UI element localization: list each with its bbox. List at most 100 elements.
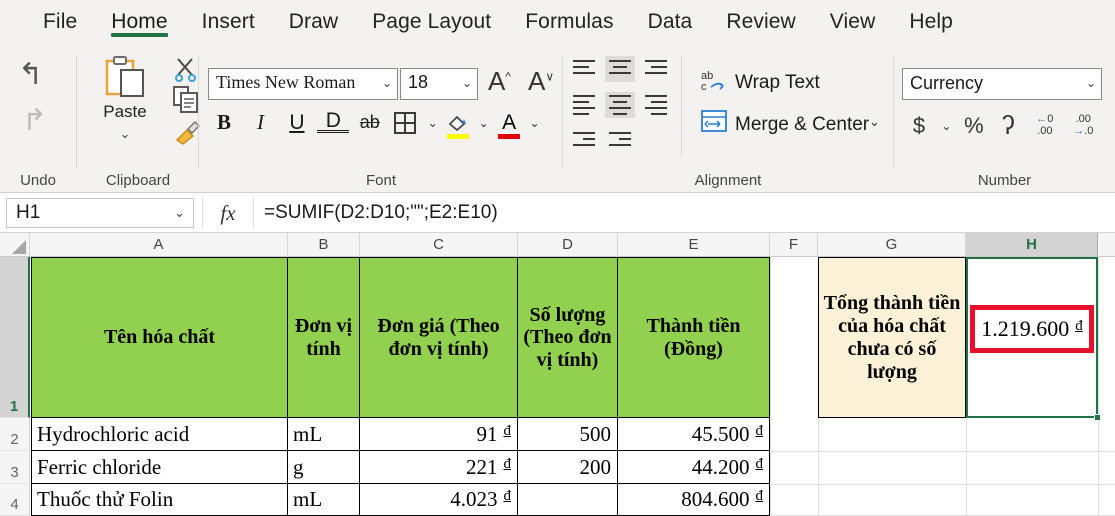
copy-icon[interactable] xyxy=(173,86,199,119)
column-header-a[interactable]: A xyxy=(30,233,288,256)
cell-b3[interactable]: g xyxy=(288,451,360,484)
tab-review[interactable]: Review xyxy=(709,0,812,48)
ribbon-group-undo: ↰ ↰ Undo xyxy=(0,48,76,193)
tab-file[interactable]: File xyxy=(26,0,94,48)
increase-font-size-icon[interactable]: A^ xyxy=(488,66,511,97)
double-underline-button[interactable]: D xyxy=(317,110,350,134)
cell-a1[interactable]: Tên hóa chất xyxy=(31,257,288,418)
strikethrough-button[interactable]: ab xyxy=(354,112,386,133)
row-header-3[interactable]: 3 xyxy=(0,451,30,484)
fill-color-chevron-down-icon[interactable]: ⌄ xyxy=(476,116,492,130)
italic-button[interactable]: I xyxy=(244,110,276,135)
align-bottom-button[interactable] xyxy=(641,56,671,82)
tab-data[interactable]: Data xyxy=(631,0,710,48)
cell-c3[interactable]: 221 đ xyxy=(360,451,518,484)
tab-formulas[interactable]: Formulas xyxy=(508,0,630,48)
underline-button[interactable]: U xyxy=(281,111,313,135)
cell-a4[interactable]: Thuốc thử Folin xyxy=(31,484,288,516)
tab-home[interactable]: Home xyxy=(94,0,184,48)
cell-d4[interactable] xyxy=(518,484,618,516)
merge-center-icon[interactable] xyxy=(701,110,727,137)
cell-a3[interactable]: Ferric chloride xyxy=(31,451,288,484)
paste-label: Paste xyxy=(103,102,147,121)
align-left-button[interactable] xyxy=(569,92,599,118)
tab-insert[interactable]: Insert xyxy=(185,0,272,48)
scissors-icon[interactable] xyxy=(173,56,199,87)
format-painter-icon[interactable] xyxy=(173,120,201,151)
row-header-4[interactable]: 4 xyxy=(0,484,30,516)
align-top-button[interactable] xyxy=(569,56,599,82)
bold-button[interactable]: B xyxy=(208,110,240,135)
column-header-d[interactable]: D xyxy=(518,233,618,256)
currency-format-button[interactable]: $ xyxy=(904,113,934,139)
undo-arrow-icon[interactable]: ↰ xyxy=(18,60,43,90)
borders-grid-icon[interactable] xyxy=(394,111,417,134)
font-size-chevron-down-icon[interactable]: ⌄ xyxy=(462,76,472,90)
decrease-decimal-icon[interactable]: .00 →.0 xyxy=(1066,113,1100,137)
column-header-c[interactable]: C xyxy=(360,233,518,256)
cell-g1[interactable]: Tổng thành tiền của hóa chất chưa có số … xyxy=(818,257,966,418)
column-header-h[interactable]: H xyxy=(966,233,1098,256)
cell-e1[interactable]: Thành tiền (Đồng) xyxy=(618,257,770,418)
cell-d1[interactable]: Số lượng (Theo đơn vị tính) xyxy=(518,257,618,418)
column-header-f[interactable]: F xyxy=(770,233,818,256)
column-header-e[interactable]: E xyxy=(618,233,770,256)
number-format-select[interactable]: Currency ⌄ xyxy=(902,68,1102,100)
borders-chevron-down-icon[interactable]: ⌄ xyxy=(425,116,441,130)
cell-c4[interactable]: 4.023 đ xyxy=(360,484,518,516)
cell-e4-value: 804.600 xyxy=(681,487,750,511)
paste-dropdown-chevron-icon[interactable]: ⌄ xyxy=(77,126,173,142)
group-title-number: Number xyxy=(977,172,1032,189)
tab-page-layout[interactable]: Page Layout xyxy=(355,0,508,48)
cell-b1[interactable]: Đơn vị tính xyxy=(288,257,360,418)
row-header-1[interactable]: 1 xyxy=(0,257,30,418)
increase-indent-button[interactable] xyxy=(605,128,635,154)
tab-view[interactable]: View xyxy=(813,0,893,48)
align-center-button[interactable] xyxy=(605,92,635,118)
fill-handle[interactable] xyxy=(1094,414,1101,421)
currency-chevron-down-icon[interactable]: ⌄ xyxy=(938,119,954,133)
merge-center-chevron-down-icon[interactable]: ⌄ xyxy=(869,114,880,130)
decrease-indent-button[interactable] xyxy=(569,128,599,154)
font-size-input[interactable]: 18 ⌄ xyxy=(400,68,478,100)
select-all-corner[interactable] xyxy=(0,233,30,256)
fill-color-icon[interactable] xyxy=(445,111,471,139)
merge-center-label[interactable]: Merge & Center xyxy=(735,114,869,136)
paste-icon[interactable] xyxy=(105,56,147,100)
align-right-button[interactable] xyxy=(641,92,671,118)
tab-help[interactable]: Help xyxy=(892,0,970,48)
font-name-chevron-down-icon[interactable]: ⌄ xyxy=(382,76,392,91)
wrap-text-label[interactable]: Wrap Text xyxy=(735,72,820,94)
font-color-icon[interactable]: A xyxy=(496,111,522,139)
cell-a2[interactable]: Hydrochloric acid xyxy=(31,418,288,451)
cell-c1[interactable]: Đơn giá (Theo đơn vị tính) xyxy=(360,257,518,418)
insert-function-icon[interactable]: fx xyxy=(202,197,254,228)
tab-draw[interactable]: Draw xyxy=(272,0,355,48)
font-name-input[interactable]: Times New Roman ⌄ xyxy=(208,68,398,100)
formula-input[interactable]: =SUMIF(D2:D10;"";E2:E10) xyxy=(254,202,1115,224)
cell-e2[interactable]: 45.500 đ xyxy=(618,418,770,451)
name-box[interactable]: H1 ⌄ xyxy=(6,197,194,228)
font-color-chevron-down-icon[interactable]: ⌄ xyxy=(527,116,543,130)
column-header-g[interactable]: G xyxy=(818,233,966,256)
number-format-chevron-down-icon[interactable]: ⌄ xyxy=(1086,76,1096,90)
cell-e3[interactable]: 44.200 đ xyxy=(618,451,770,484)
comma-style-button[interactable]: ʔ xyxy=(993,110,1023,141)
wrap-text-icon[interactable]: ab c xyxy=(701,68,727,97)
redo-arrow-icon[interactable]: ↰ xyxy=(22,104,47,137)
cell-e4[interactable]: 804.600 đ xyxy=(618,484,770,516)
increase-decimal-icon[interactable]: ←0.00 xyxy=(1028,113,1062,137)
name-box-chevron-down-icon[interactable]: ⌄ xyxy=(174,205,185,221)
row-header-2[interactable]: 2 xyxy=(0,418,30,451)
cell-b4[interactable]: mL xyxy=(288,484,360,516)
column-header-b[interactable]: B xyxy=(288,233,360,256)
percent-format-button[interactable]: % xyxy=(959,113,989,139)
column-header-row: A B C D E F G H xyxy=(0,233,1115,257)
cell-h1-currency-symbol: đ xyxy=(1075,317,1083,334)
align-middle-button[interactable] xyxy=(605,56,635,82)
cell-d3[interactable]: 200 xyxy=(518,451,618,484)
cell-d2[interactable]: 500 xyxy=(518,418,618,451)
cell-b2[interactable]: mL xyxy=(288,418,360,451)
decrease-font-size-icon[interactable]: A∨ xyxy=(528,66,554,97)
cell-c2[interactable]: 91 đ xyxy=(360,418,518,451)
